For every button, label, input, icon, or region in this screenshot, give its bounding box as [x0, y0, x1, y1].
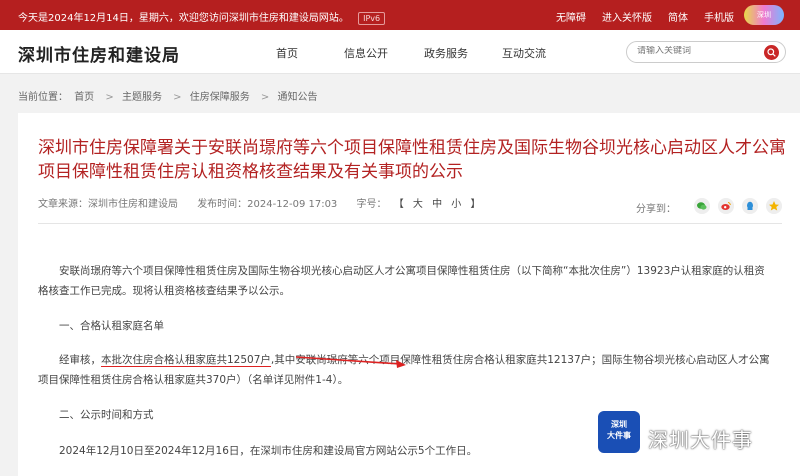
site-title[interactable]: 深圳市住房和建设局: [18, 41, 180, 66]
qq-icon[interactable]: [742, 198, 758, 214]
red-arrow-annotation: [295, 356, 406, 368]
share-label: 分享到：: [636, 204, 676, 215]
breadcrumb: 当前位置： 首页 > 主题服务 > 住房保障服务 > 通知公告: [18, 88, 320, 103]
font-size-bracket-open: 【: [393, 199, 404, 210]
highlighted-count: 本批次住房合格认租家庭共12507户: [101, 354, 271, 367]
site-header: 深圳市住房和建设局 首页 信息公开 政务服务 互动交流: [0, 30, 800, 74]
breadcrumb-topic-services[interactable]: 主题服务: [122, 92, 162, 103]
breadcrumb-housing-services[interactable]: 住房保障服务: [190, 92, 250, 103]
ipv6-badge: IPv6: [358, 12, 386, 25]
accessibility-link[interactable]: 无障碍: [556, 9, 586, 24]
search-input[interactable]: [637, 46, 747, 56]
watermark-text: 深圳大件事: [648, 428, 753, 452]
article-paragraph: 安联尚璟府等六个项目保障性租赁住房及国际生物谷坝光核心启动区人才公寓项目保障性租…: [38, 265, 765, 297]
search-box: [626, 41, 786, 63]
search-icon[interactable]: [764, 45, 779, 60]
font-size-label: 字号：: [356, 199, 387, 210]
wechat-icon[interactable]: [694, 198, 710, 214]
section-heading: 一、合格认租家庭名单: [59, 320, 164, 332]
logo-text: 深圳: [757, 11, 771, 19]
breadcrumb-separator: >: [260, 92, 270, 103]
breadcrumb-separator: >: [173, 92, 182, 103]
article-meta: 文章来源：深圳市住房和建设局 发布时间：2024-12-09 17:03 字号：…: [38, 195, 486, 210]
nav-home[interactable]: 首页: [276, 45, 298, 61]
article-title: 深圳市住房保障署关于安联尚璟府等六个项目保障性租赁住房及国际生物谷坝光核心启动区…: [38, 138, 786, 182]
font-size-large[interactable]: 大: [413, 199, 423, 210]
article-source: 文章来源：深圳市住房和建设局: [38, 199, 178, 210]
watermark-badge-text: 深圳 大件事: [607, 420, 631, 440]
welcome-message: 今天是2024年12月14日，星期六，欢迎您访问深圳市住房和建设局网站。: [18, 13, 349, 24]
meta-divider: [38, 223, 782, 224]
shenzhen-logo[interactable]: 深圳: [744, 5, 784, 25]
care-mode-link[interactable]: 进入关怀版: [602, 9, 652, 24]
breadcrumb-notices[interactable]: 通知公告: [277, 92, 317, 103]
mobile-version-link[interactable]: 手机版: [704, 9, 734, 24]
font-size-medium[interactable]: 中: [432, 199, 442, 210]
breadcrumb-home[interactable]: 首页: [74, 92, 94, 103]
qzone-icon[interactable]: [766, 198, 782, 214]
welcome-text: 今天是2024年12月14日，星期六，欢迎您访问深圳市住房和建设局网站。 IPv…: [18, 9, 386, 25]
nav-government-services[interactable]: 政务服务: [424, 45, 468, 61]
font-size-small[interactable]: 小: [451, 199, 461, 210]
breadcrumb-separator: >: [105, 92, 114, 103]
article-panel: 深圳市住房保障署关于安联尚璟府等六个项目保障性租赁住房及国际生物谷坝光核心启动区…: [18, 113, 800, 476]
top-utility-bar: 今天是2024年12月14日，星期六，欢迎您访问深圳市住房和建设局网站。 IPv…: [0, 0, 800, 30]
font-size-bracket-close: 】: [470, 199, 481, 210]
section-heading: 二、公示时间和方式: [59, 409, 154, 421]
paragraph-prefix: 经审核，: [59, 354, 101, 366]
publish-time: 发布时间：2024-12-09 17:03: [197, 199, 338, 210]
weibo-icon[interactable]: [718, 198, 734, 214]
breadcrumb-label: 当前位置：: [18, 92, 68, 103]
simplified-chinese-link[interactable]: 简体: [668, 9, 688, 24]
nav-info-disclosure[interactable]: 信息公开: [344, 45, 388, 61]
nav-interaction[interactable]: 互动交流: [502, 45, 546, 61]
watermark-badge: 深圳 大件事: [598, 411, 640, 453]
